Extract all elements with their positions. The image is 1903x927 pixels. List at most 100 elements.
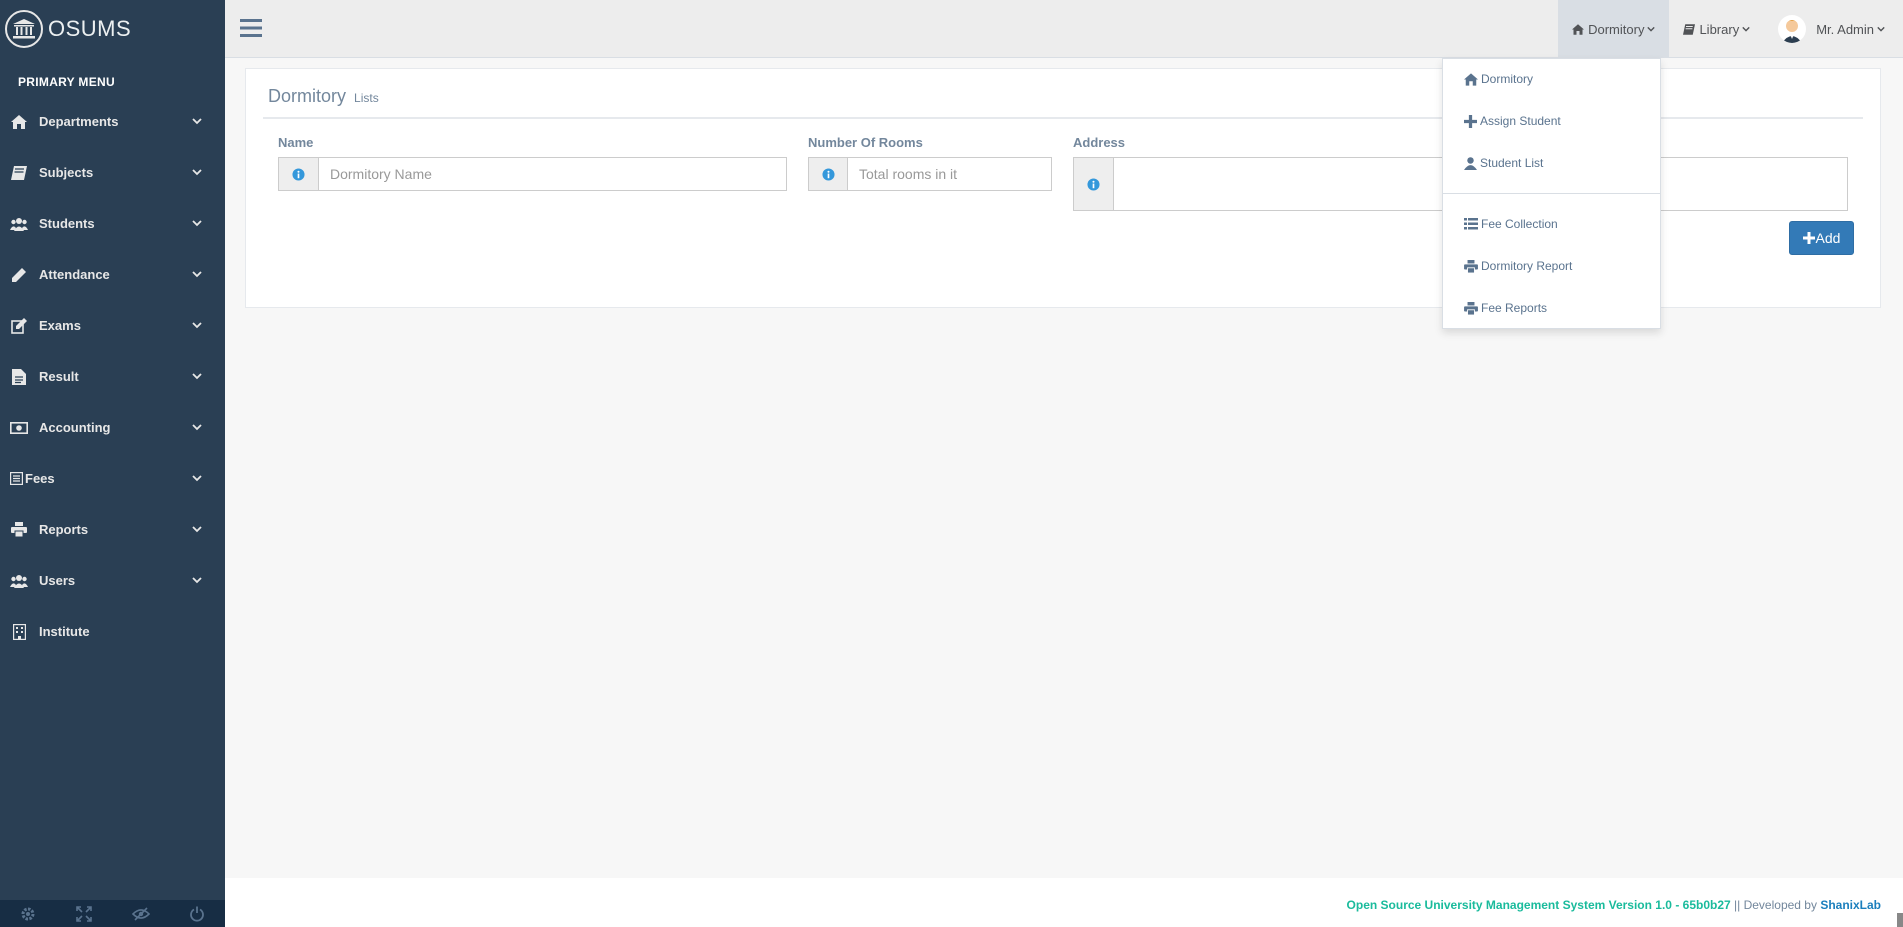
number-of-rooms-input[interactable] [848, 158, 1051, 190]
chevron-down-icon [192, 322, 202, 329]
dormitory-dropdown-menu: Dormitory Assign Student Student List Fe… [1442, 58, 1661, 329]
developer-link[interactable]: ShanixLab [1820, 898, 1881, 912]
nav-user-dropdown[interactable]: Mr. Admin [1764, 0, 1903, 58]
sidebar-item-accounting[interactable]: Accounting [0, 402, 225, 453]
nav-right: Dormitory Library Mr. Admin [1558, 0, 1903, 58]
name-input-group [278, 157, 787, 191]
users-icon [9, 572, 29, 590]
file-text-icon [9, 368, 29, 386]
plus-icon [1464, 114, 1477, 128]
edit-icon [9, 317, 29, 335]
sidebar-item-fees[interactable]: Fees [0, 453, 225, 504]
print-icon [1464, 259, 1478, 273]
top-nav: Dormitory Library Mr. Admin [225, 0, 1903, 58]
sidebar-item-label: Reports [39, 522, 89, 537]
avatar [1778, 15, 1807, 43]
dropdown-item-label: Fee Collection [1481, 217, 1558, 231]
name-label: Name [278, 135, 314, 150]
info-icon [809, 158, 848, 190]
chevron-down-icon [192, 118, 202, 125]
list-alt-icon [9, 470, 23, 488]
nav-library-label: Library [1699, 21, 1740, 37]
book-icon [1683, 23, 1696, 35]
footer-system-text: Open Source University Management System… [1346, 898, 1731, 912]
dropdown-item-label: Dormitory Report [1481, 259, 1573, 273]
print-icon [9, 521, 29, 539]
panel-subtitle: Lists [354, 91, 379, 105]
menu-section-title: PRIMARY MENU [18, 75, 115, 89]
chevron-down-icon [192, 577, 202, 584]
dropdown-item-student-list[interactable]: Student List [1464, 156, 1543, 170]
dropdown-item-label: Assign Student [1480, 114, 1561, 128]
chevron-down-icon [192, 169, 202, 176]
sidebar-item-label: Attendance [39, 267, 110, 282]
sidebar-item-users[interactable]: Users [0, 555, 225, 606]
chevron-down-icon [1647, 25, 1656, 33]
sidebar-item-label: Exams [39, 318, 81, 333]
chevron-down-icon [192, 526, 202, 533]
plus-icon [1802, 232, 1815, 244]
pencil-icon [9, 266, 29, 284]
chevron-down-icon [192, 271, 202, 278]
panel-title: Dormitory [268, 86, 347, 106]
sidebar-item-subjects[interactable]: Subjects [0, 147, 225, 198]
hamburger-icon [240, 19, 262, 37]
eye-slash-icon [131, 906, 150, 921]
menu-toggle-button[interactable] [240, 18, 262, 38]
dropdown-item-dormitory[interactable]: Dormitory [1464, 72, 1533, 86]
settings-button[interactable] [0, 900, 56, 927]
chevron-down-icon [1742, 25, 1750, 33]
chevron-down-icon [192, 373, 202, 380]
sidebar: OSUMS PRIMARY MENU Departments Subjects … [0, 0, 225, 927]
scrollbar-thumb[interactable] [1897, 913, 1903, 927]
nav-dormitory-label: Dormitory [1588, 21, 1645, 37]
add-button[interactable]: Add [1789, 221, 1854, 255]
sidebar-item-institute[interactable]: Institute [0, 606, 225, 657]
user-icon [1464, 156, 1477, 170]
chevron-down-icon [192, 475, 202, 482]
dropdown-item-fee-reports[interactable]: Fee Reports [1464, 301, 1547, 315]
sidebar-item-label: Users [39, 573, 76, 588]
info-icon [279, 158, 319, 190]
sidebar-item-departments[interactable]: Departments [0, 96, 225, 147]
sidebar-menu: Departments Subjects Students Attendance… [0, 96, 225, 657]
sidebar-item-label: Departments [39, 114, 119, 129]
footer: Open Source University Management System… [225, 878, 1903, 927]
dropdown-item-label: Fee Reports [1481, 301, 1548, 315]
logout-button[interactable] [169, 900, 225, 927]
settings-icon [21, 907, 35, 920]
brand[interactable]: OSUMS [0, 0, 225, 58]
dropdown-item-fee-collection[interactable]: Fee Collection [1464, 217, 1558, 231]
sidebar-item-label: Accounting [39, 420, 111, 435]
sidebar-item-result[interactable]: Result [0, 351, 225, 402]
dropdown-item-label: Student List [1480, 156, 1544, 170]
building-icon [9, 623, 29, 641]
nav-dormitory-dropdown[interactable]: Dormitory [1558, 0, 1670, 58]
dormitory-name-input[interactable] [319, 158, 786, 190]
sidebar-item-label: Fees [25, 471, 55, 486]
home-icon [9, 113, 29, 131]
address-label: Address [1073, 135, 1126, 150]
sidebar-item-students[interactable]: Students [0, 198, 225, 249]
sidebar-item-label: Institute [39, 624, 90, 639]
nav-user-name: Mr. Admin [1816, 21, 1874, 37]
sidebar-item-reports[interactable]: Reports [0, 504, 225, 555]
chevron-down-icon [1877, 25, 1885, 33]
sidebar-item-label: Students [39, 216, 95, 231]
fullscreen-button[interactable] [56, 900, 112, 927]
sidebar-item-exams[interactable]: Exams [0, 300, 225, 351]
footer-separator: || Developed by [1730, 898, 1821, 912]
users-icon [9, 215, 29, 233]
nav-library-dropdown[interactable]: Library [1669, 0, 1764, 58]
sidebar-item-attendance[interactable]: Attendance [0, 249, 225, 300]
page-title: Dormitory Lists [268, 86, 379, 107]
lock-button[interactable] [113, 900, 169, 927]
dropdown-item-dormitory-report[interactable]: Dormitory Report [1464, 259, 1572, 273]
dropdown-item-assign-student[interactable]: Assign Student [1464, 114, 1561, 128]
home-icon [1572, 23, 1585, 35]
rooms-input-group [808, 157, 1052, 191]
home-icon [1464, 72, 1478, 86]
brand-name: OSUMS [48, 16, 132, 41]
dropdown-divider [1443, 193, 1660, 194]
footer-text: Open Source University Management System… [1347, 898, 1881, 912]
